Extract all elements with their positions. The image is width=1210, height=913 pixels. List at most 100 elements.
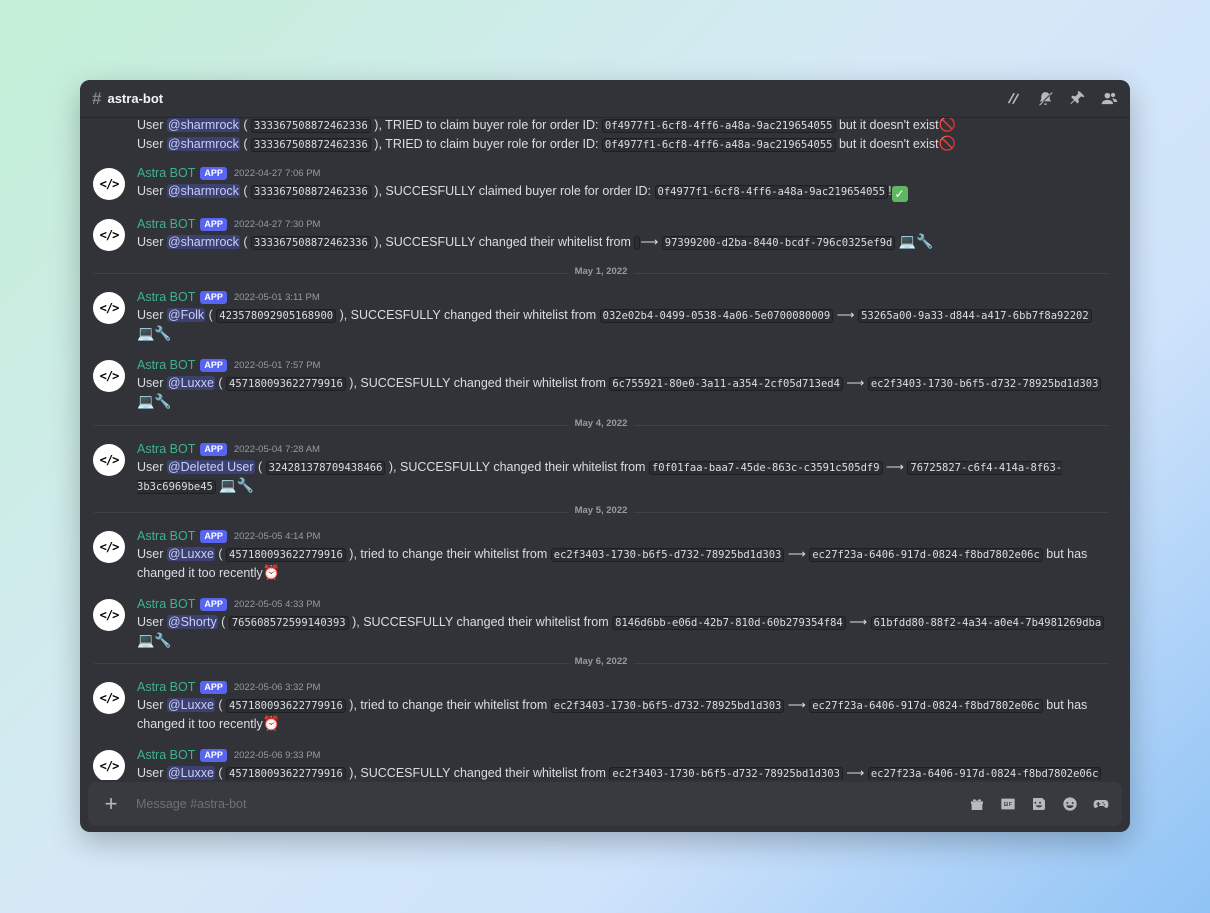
message-text: ), tried to change their whitelist from — [345, 698, 551, 712]
bot-avatar[interactable]: </> — [93, 444, 125, 476]
app-badge: APP — [200, 442, 227, 456]
bot-avatar[interactable]: </> — [93, 682, 125, 714]
message: </> Astra BOT APP 2022-05-04 7:28 AM Use… — [80, 440, 1130, 512]
bot-avatar[interactable]: </> — [93, 599, 125, 631]
whitelist-new-code: ec27f23a-6406-917d-0824-f8bd7802e06c — [867, 767, 1102, 780]
app-badge: APP — [200, 529, 227, 543]
user-id-code: 423578092905168900 — [216, 309, 337, 323]
bot-avatar[interactable]: </> — [93, 360, 125, 392]
whitelist-old-code: ec2f3403-1730-b6f5-d732-78925bd1d303 — [550, 699, 785, 713]
arrow-icon: ⟶ — [842, 376, 868, 390]
message-text: ( — [217, 615, 229, 629]
message-text: User — [137, 376, 167, 390]
order-id-code: 0f4977f1-6cf8-4ff6-a48a-9ac219654055 — [601, 138, 836, 152]
date-divider: May 5, 2022 — [94, 505, 1108, 516]
user-mention[interactable]: @sharmrock — [166, 118, 240, 132]
whitelist-old-code: 8146d6bb-e06d-42b7-810d-60b279354f84 — [612, 616, 846, 630]
message-text: ( — [254, 460, 266, 474]
bot-avatar[interactable]: </> — [93, 292, 125, 324]
author-name[interactable]: Astra BOT — [137, 166, 195, 180]
message: </> Astra BOT APP 2022-05-06 9:33 PM Use… — [80, 746, 1130, 780]
no-entry-emoji-icon: 🚫 — [938, 118, 957, 133]
user-mention[interactable]: @sharmrock — [166, 184, 240, 198]
message: </> Astra BOT APP 2022-05-06 3:32 PM Use… — [80, 678, 1130, 746]
message-content: User @sharmrock ( 333367508872462336 ), … — [137, 118, 1110, 135]
app-badge: APP — [200, 748, 227, 762]
emoji-icon[interactable] — [1061, 795, 1079, 813]
sticker-icon[interactable] — [1030, 795, 1048, 813]
user-mention[interactable]: @Luxxe — [166, 766, 215, 780]
date-divider-label: May 6, 2022 — [568, 656, 634, 667]
message-content: User @Luxxe ( 457180093622779916 ), SUCC… — [137, 764, 1110, 780]
app-badge: APP — [200, 217, 227, 231]
message-text: User — [137, 615, 167, 629]
user-mention[interactable]: @Deleted User — [166, 460, 255, 474]
bot-avatar[interactable]: </> — [93, 531, 125, 563]
user-mention[interactable]: @Luxxe — [166, 376, 215, 390]
author-name[interactable]: Astra BOT — [137, 290, 195, 304]
message: </> Astra BOT APP 2022-05-01 7:57 PM Use… — [80, 356, 1130, 424]
message-text: ( — [214, 698, 227, 712]
timestamp: 2022-04-27 7:06 PM — [233, 167, 321, 179]
author-name[interactable]: Astra BOT — [137, 597, 195, 611]
message-input[interactable] — [136, 797, 968, 811]
composer-toolbar — [968, 795, 1110, 813]
message-header: Astra BOT APP 2022-04-27 7:06 PM — [137, 164, 1110, 182]
gif-icon[interactable] — [999, 795, 1017, 813]
threads-icon[interactable] — [1004, 90, 1022, 108]
laptop-wrench-emoji-icon: 💻🔧 — [219, 478, 255, 494]
whitelist-new-code: ec2f3403-1730-b6f5-d732-78925bd1d303 — [867, 377, 1102, 391]
author-name[interactable]: Astra BOT — [137, 442, 195, 456]
arrow-icon: ⟶ — [784, 547, 810, 561]
message: </> Astra BOT APP 2022-05-05 4:14 PM Use… — [80, 527, 1130, 595]
author-name[interactable]: Astra BOT — [137, 529, 195, 543]
user-id-code: 765608572599140393 — [228, 616, 349, 630]
add-attachment-icon[interactable]: + — [100, 793, 122, 815]
user-mention[interactable]: @Luxxe — [166, 547, 215, 561]
header-toolbar — [1004, 90, 1118, 108]
arrow-icon: ⟶ — [640, 235, 662, 249]
message-text: ( — [239, 118, 252, 132]
message-text: ), tried to change their whitelist from — [345, 547, 551, 561]
pin-icon[interactable] — [1068, 90, 1086, 108]
whitelist-old-code: 032e02b4-0499-0538-4a06-5e0700080009 — [599, 309, 834, 323]
arrow-icon: ⟶ — [833, 308, 859, 322]
user-mention[interactable]: @Shorty — [166, 615, 218, 629]
author-name[interactable]: Astra BOT — [137, 217, 195, 231]
whitelist-new-code: ec27f23a-6406-917d-0824-f8bd7802e06c — [809, 699, 1043, 713]
members-icon[interactable] — [1100, 90, 1118, 108]
author-name[interactable]: Astra BOT — [137, 358, 195, 372]
message: </> Astra BOT APP 2022-04-27 7:30 PM Use… — [80, 215, 1130, 273]
bot-avatar[interactable]: </> — [93, 750, 125, 780]
order-id-code: 0f4977f1-6cf8-4ff6-a48a-9ac219654055 — [601, 119, 836, 133]
hashtag-icon: # — [92, 88, 102, 108]
chat-window: # astra-bot </> User @sharmrock ( 333367… — [80, 80, 1130, 832]
user-mention[interactable]: @Luxxe — [166, 698, 215, 712]
whitelist-new-code: 97399200-d2ba-8440-bcdf-796c0325ef9d — [661, 236, 896, 250]
date-divider-label: May 5, 2022 — [568, 505, 634, 516]
no-entry-emoji-icon: 🚫 — [938, 136, 957, 152]
message-text: User — [137, 308, 167, 322]
timestamp: 2022-04-27 7:30 PM — [233, 218, 321, 230]
gift-icon[interactable] — [968, 795, 986, 813]
user-mention[interactable]: @Folk — [166, 308, 206, 322]
date-divider: May 1, 2022 — [94, 266, 1108, 277]
apps-icon[interactable] — [1092, 795, 1110, 813]
message-list-viewport[interactable]: </> User @sharmrock ( 333367508872462336… — [80, 118, 1130, 780]
user-mention[interactable]: @sharmrock — [166, 137, 240, 151]
message-header: Astra BOT APP 2022-05-06 9:33 PM — [137, 746, 1110, 764]
message: </> Astra BOT APP 2022-05-05 4:33 PM Use… — [80, 595, 1130, 663]
author-name[interactable]: Astra BOT — [137, 680, 195, 694]
user-mention[interactable]: @sharmrock — [166, 235, 240, 249]
author-name[interactable]: Astra BOT — [137, 748, 195, 762]
laptop-wrench-emoji-icon: 💻🔧 — [137, 633, 172, 649]
message-text: User — [137, 547, 167, 561]
user-id-code: 333367508872462336 — [251, 185, 371, 199]
bot-avatar[interactable]: </> — [93, 219, 125, 251]
bot-avatar[interactable]: </> — [93, 168, 125, 200]
mute-icon[interactable] — [1036, 90, 1054, 108]
timestamp: 2022-05-06 3:32 PM — [233, 681, 321, 693]
app-badge: APP — [200, 166, 227, 180]
laptop-wrench-emoji-icon: 💻🔧 — [137, 394, 172, 410]
date-divider-label: May 1, 2022 — [568, 266, 634, 277]
